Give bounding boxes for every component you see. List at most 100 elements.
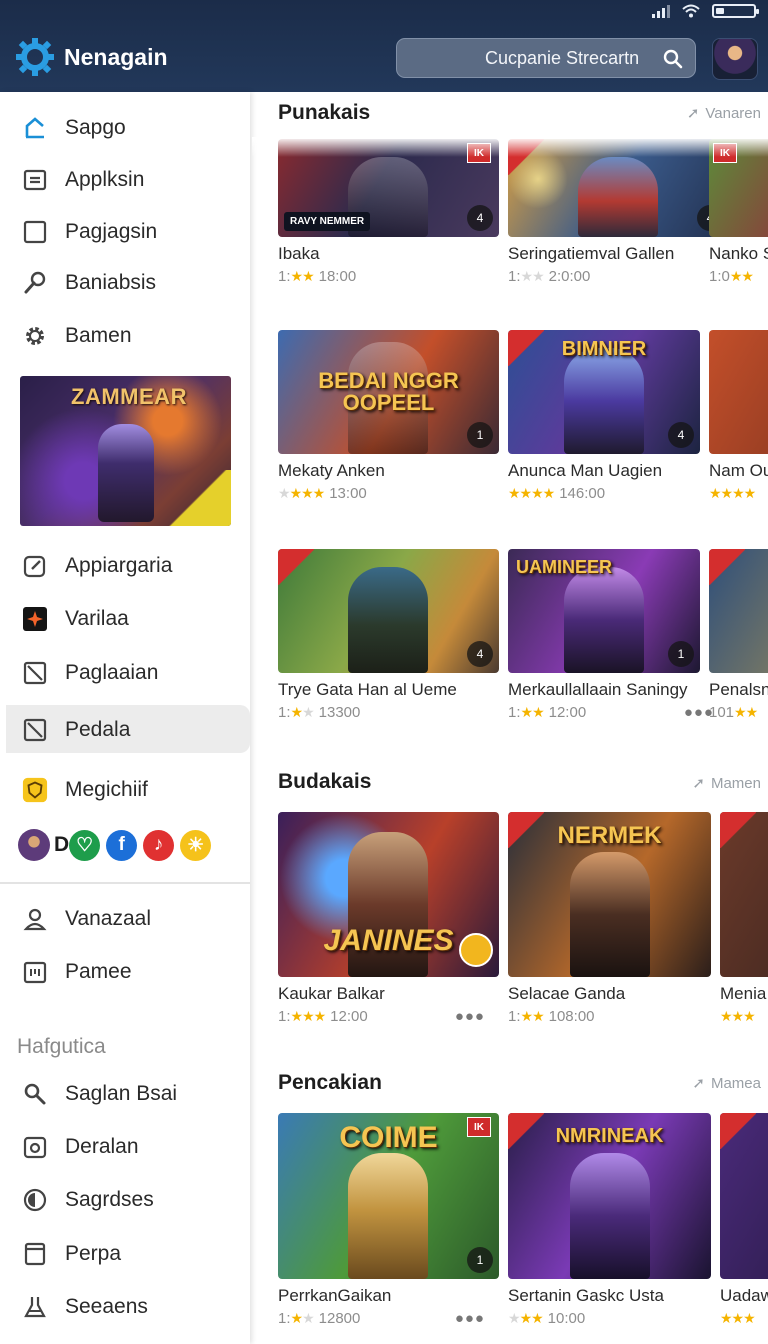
rating-value: 108:00 <box>548 1008 595 1025</box>
arrow-icon: ➚ <box>686 105 700 122</box>
sidebar-item-applksin[interactable]: Applksin <box>6 155 250 203</box>
sidebar-item-perpa[interactable]: Perpa <box>6 1229 250 1277</box>
star-rating: ★★ <box>520 1008 545 1024</box>
game-thumbnail: NMRINEAK <box>508 1113 711 1279</box>
facebook-icon[interactable]: f <box>106 829 138 861</box>
rating-badge: IK <box>467 1117 491 1137</box>
game-card[interactable]: Penalsn 101 ★★ <box>709 549 768 721</box>
sidebar-item-label: Sagrdses <box>65 1188 154 1211</box>
search-icon <box>22 1081 48 1107</box>
sidebar-item-bamen[interactable]: Bamen <box>6 311 250 359</box>
corner-flag <box>508 330 544 366</box>
sidebar-item-label: Perpa <box>65 1242 122 1265</box>
top-fade <box>252 137 768 157</box>
sidebar-item-pagjagsin[interactable]: Pagjagsin <box>6 207 250 255</box>
sidebar-item-label: Pedala <box>65 718 131 741</box>
players-badge: 4 <box>668 422 694 448</box>
app-logo-icon[interactable] <box>16 38 54 76</box>
players-badge: 1 <box>668 641 694 667</box>
sidebar-item-seeaens[interactable]: Seeaens <box>6 1282 250 1330</box>
rating-value: 12:00 <box>548 704 587 721</box>
game-character <box>578 157 658 237</box>
more-options-icon[interactable]: ●●● <box>455 1310 485 1327</box>
wifi-icon <box>682 4 700 18</box>
sidebar-item-vanazaal[interactable]: Vanazaal <box>6 894 250 942</box>
game-card[interactable]: COIME IK 1 PerrkanGaikan 1: ★★ 12800 ●●● <box>278 1113 499 1327</box>
game-card[interactable]: JANINES Kaukar Balkar 1: ★★★ 12:00 ●●● <box>278 812 499 1025</box>
game-title: PerrkanGaikan <box>278 1286 392 1305</box>
spark-icon <box>22 606 48 632</box>
section-more-link[interactable]: ➚ Mamea <box>692 1074 761 1093</box>
game-card[interactable]: NMRINEAK Sertanin Gaskc Usta ★★★ 10:00 <box>508 1113 711 1327</box>
star-rating: ★★★ <box>720 1310 756 1326</box>
game-rating: ★★★ <box>720 1310 768 1327</box>
sidebar-item-megichiif[interactable]: Megichiif <box>6 765 250 813</box>
slash-box-icon <box>22 717 48 743</box>
sidebar-item-label: Vanazaal <box>65 907 152 930</box>
game-card[interactable]: RAVY NEMMER IK 4 Ibaka 1:★★18:00 <box>278 139 499 285</box>
game-card[interactable]: 4 Seringatiemval Gallen 1:★★2:0:00 <box>508 139 729 285</box>
social-row: D ♡ f ♪ ☀ <box>18 829 212 861</box>
game-card[interactable]: IK Nanko S 1:0★★ <box>709 139 768 285</box>
sidebar-item-label: Pagjagsin <box>65 220 158 243</box>
corner-flag <box>720 812 756 848</box>
game-rating: 1: ★★ 12:00 ●●● <box>508 704 713 721</box>
game-character <box>348 1153 428 1279</box>
sidebar-item-label: Varilaa <box>65 607 129 630</box>
search-icon[interactable] <box>663 49 683 69</box>
sidebar-item-varilaa[interactable]: Varilaa <box>6 594 250 642</box>
sidebar-item-saglan-bsai[interactable]: Saglan Bsai <box>6 1069 250 1117</box>
chat-icon[interactable]: ☀ <box>180 829 212 861</box>
sidebar-item-sapgo[interactable]: Sapgo <box>6 103 250 151</box>
promo-corner-badge <box>167 470 231 526</box>
game-thumbnail: 4 <box>278 549 499 673</box>
sidebar-item-paglaaian[interactable]: Paglaaian <box>6 648 250 696</box>
rating-prefix: 1: <box>508 1008 521 1025</box>
sidebar-item-pedala[interactable]: Pedala <box>6 705 250 753</box>
section-more-label: Vanaren <box>705 104 761 122</box>
avatar-thumbnail[interactable] <box>18 829 50 861</box>
game-rating: 1: ★★ 108:00 <box>508 1008 711 1025</box>
game-card[interactable]: Nam Ou ★★★★ <box>709 330 768 502</box>
game-card[interactable]: 4 Trye Gata Han al Ueme 1: ★★ 13300 <box>278 549 499 721</box>
players-badge: 4 <box>467 641 493 667</box>
music-icon[interactable]: ♪ <box>143 829 175 861</box>
sidebar-item-label: Seeaens <box>65 1295 148 1318</box>
sidebar-item-baniabsis[interactable]: Baniabsis <box>6 258 250 306</box>
game-thumbnail: UAMINEER 1 <box>508 549 700 673</box>
game-card[interactable]: Uadaw ★★★ <box>720 1113 768 1327</box>
game-card[interactable]: BEDAI NGGR OOPEEL 1 Mekaty Anken ★★★★ 13:… <box>278 330 499 502</box>
game-card[interactable]: NERMEK Selacae Ganda 1: ★★ 108:00 <box>508 812 711 1025</box>
promo-banner[interactable]: ZAMMEAR <box>20 376 231 526</box>
corner-flag <box>508 812 544 848</box>
section-more-link[interactable]: ➚ Vanaren <box>686 104 761 123</box>
star-rating: ★★★ <box>508 1310 544 1326</box>
home-icon <box>22 115 48 141</box>
sidebar-item-appiargaria[interactable]: Appiargaria <box>6 541 250 589</box>
rating-value: 13:00 <box>329 485 367 502</box>
app-title: Nenagain <box>64 44 168 70</box>
game-title: Seringatiemval Gallen <box>508 244 675 263</box>
avatar[interactable] <box>712 38 758 80</box>
sidebar-item-pamee[interactable]: Pamee <box>6 947 250 995</box>
rating-prefix: 1: <box>278 1008 291 1025</box>
players-badge: 4 <box>467 205 493 231</box>
status-bar <box>652 0 759 22</box>
game-rating: 1: ★★ 2:0:00 <box>508 268 729 285</box>
game-card[interactable]: UAMINEER 1 Merkaullallaain Saningy 1: ★★ 1… <box>508 549 713 721</box>
promo-title: ZAMMEAR <box>71 384 187 409</box>
game-card[interactable]: Menia ★★★ <box>720 812 768 1025</box>
section-more-link[interactable]: ➚ Mamen <box>692 774 761 793</box>
game-card[interactable]: BIMNIER 4 Anunca Man Uagien ★★★★ 146:00 <box>508 330 700 502</box>
more-options-icon[interactable]: ●●● <box>455 1008 485 1025</box>
signal-icon <box>652 4 670 18</box>
sidebar-item-deralan[interactable]: Deralan <box>6 1122 250 1170</box>
star-rating: ★★ <box>290 1310 315 1326</box>
rating-value: 18:00 <box>318 268 357 285</box>
green-app-icon[interactable]: ♡ <box>69 829 101 861</box>
person-icon <box>22 906 48 932</box>
search-bar[interactable]: Cucpanie Strecartn <box>396 38 696 78</box>
star-rating: ★★ <box>290 704 315 720</box>
sidebar-item-sagrdses[interactable]: Sagrdses <box>6 1175 250 1223</box>
rating-prefix: 1: <box>278 704 291 721</box>
